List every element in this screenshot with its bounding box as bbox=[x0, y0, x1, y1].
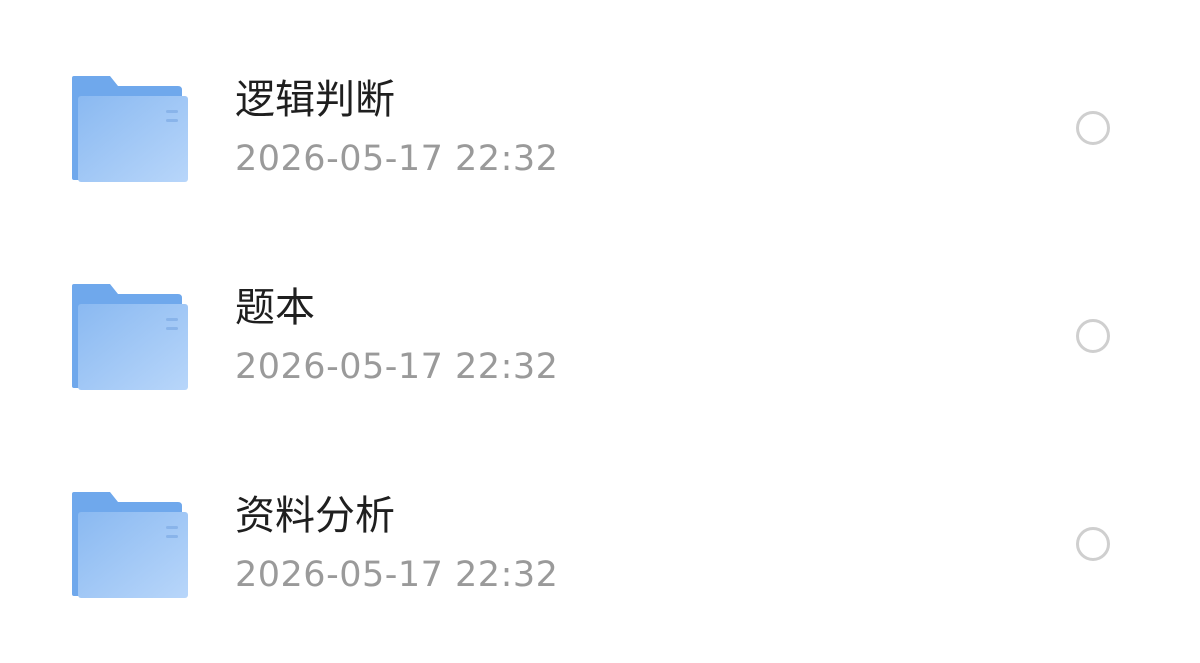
folder-row[interactable]: 资料分析 2026-05-17 22:32 bbox=[0, 440, 1200, 648]
folder-row[interactable]: 逻辑判断 2026-05-17 22:32 bbox=[0, 24, 1200, 232]
folder-modified-time: 2026-05-17 22:32 bbox=[235, 347, 559, 387]
folder-icon bbox=[70, 74, 190, 184]
folder-name: 资料分析 bbox=[235, 493, 395, 539]
folder-icon bbox=[70, 490, 190, 600]
folder-name: 逻辑判断 bbox=[235, 77, 395, 123]
select-radio[interactable] bbox=[1076, 319, 1110, 353]
select-radio[interactable] bbox=[1076, 527, 1110, 561]
folder-icon bbox=[70, 282, 190, 392]
folder-row[interactable]: 题本 2026-05-17 22:32 bbox=[0, 232, 1200, 440]
select-radio[interactable] bbox=[1076, 111, 1110, 145]
folder-modified-time: 2026-05-17 22:32 bbox=[235, 555, 559, 595]
folder-name: 题本 bbox=[235, 285, 315, 331]
folder-list: 逻辑判断 2026-05-17 22:32 题本 2026-05-17 22:3… bbox=[0, 0, 1200, 663]
folder-modified-time: 2026-05-17 22:32 bbox=[235, 139, 559, 179]
